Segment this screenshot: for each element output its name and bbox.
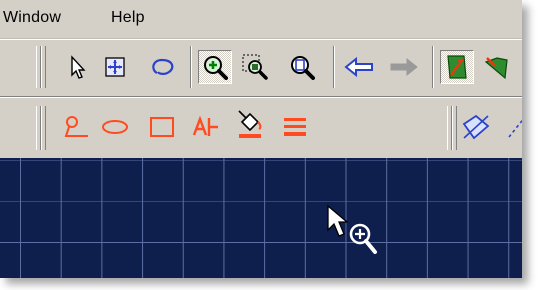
toolbar-grip[interactable] <box>41 46 46 88</box>
frame-select-button[interactable] <box>100 52 130 82</box>
zoom-in-button[interactable] <box>198 50 232 84</box>
ellipse-tool-button[interactable] <box>100 112 130 142</box>
back-button[interactable] <box>344 52 374 82</box>
menu-bar: Window Help <box>0 0 522 39</box>
zoom-extents-button[interactable] <box>287 52 317 82</box>
text-icon <box>192 115 220 139</box>
fill-color-button[interactable] <box>235 110 265 140</box>
toolbar-separator <box>190 46 192 88</box>
green-arrow-tool-icon <box>444 53 470 81</box>
application-window: Window Help <box>0 0 522 278</box>
back-arrow-icon <box>344 56 374 78</box>
zoom-window-icon <box>242 54 268 80</box>
lasso-icon <box>149 56 177 78</box>
navigation-toolbar <box>0 39 522 97</box>
ellipse-icon <box>101 117 129 137</box>
text-tool-button[interactable] <box>191 112 221 142</box>
green-shape-tool-button[interactable] <box>481 52 511 82</box>
paint-bucket-icon <box>236 110 264 140</box>
dashed-line-icon <box>507 115 522 139</box>
forward-button[interactable] <box>389 52 419 82</box>
dashed-line-tool-button[interactable] <box>502 112 522 142</box>
polyline-tool-button[interactable] <box>61 112 91 142</box>
drawing-canvas[interactable] <box>0 158 522 278</box>
menu-window[interactable]: Window <box>3 9 61 27</box>
line-width-button[interactable] <box>280 112 310 142</box>
zoom-window-button[interactable] <box>240 52 270 82</box>
arrow-select-icon <box>68 55 88 79</box>
toolbar-grip[interactable] <box>41 106 46 150</box>
zoom-cursor <box>326 204 388 267</box>
lasso-select-button[interactable] <box>148 52 178 82</box>
zoom-cursor-icon <box>326 204 388 266</box>
zoom-in-icon <box>202 54 228 80</box>
menu-help[interactable]: Help <box>111 9 145 27</box>
select-tool-button[interactable] <box>63 52 93 82</box>
forward-arrow-icon <box>389 56 419 78</box>
line-width-icon <box>282 115 308 139</box>
rectangle-tool-button[interactable] <box>147 112 177 142</box>
toolbar-separator <box>333 46 335 88</box>
blue-shape-tool-button[interactable] <box>460 112 490 142</box>
polyline-icon <box>63 115 89 139</box>
blue-shape-icon <box>460 114 490 140</box>
rectangle-icon <box>149 115 175 139</box>
toolbar-separator <box>432 46 434 88</box>
drawing-toolbar <box>0 97 522 159</box>
toolbar-grip[interactable] <box>452 106 457 150</box>
green-shape-tool-icon <box>483 54 509 80</box>
frame-select-icon <box>104 56 126 78</box>
green-arrow-tool-button[interactable] <box>440 50 474 84</box>
zoom-extents-icon <box>289 54 315 80</box>
